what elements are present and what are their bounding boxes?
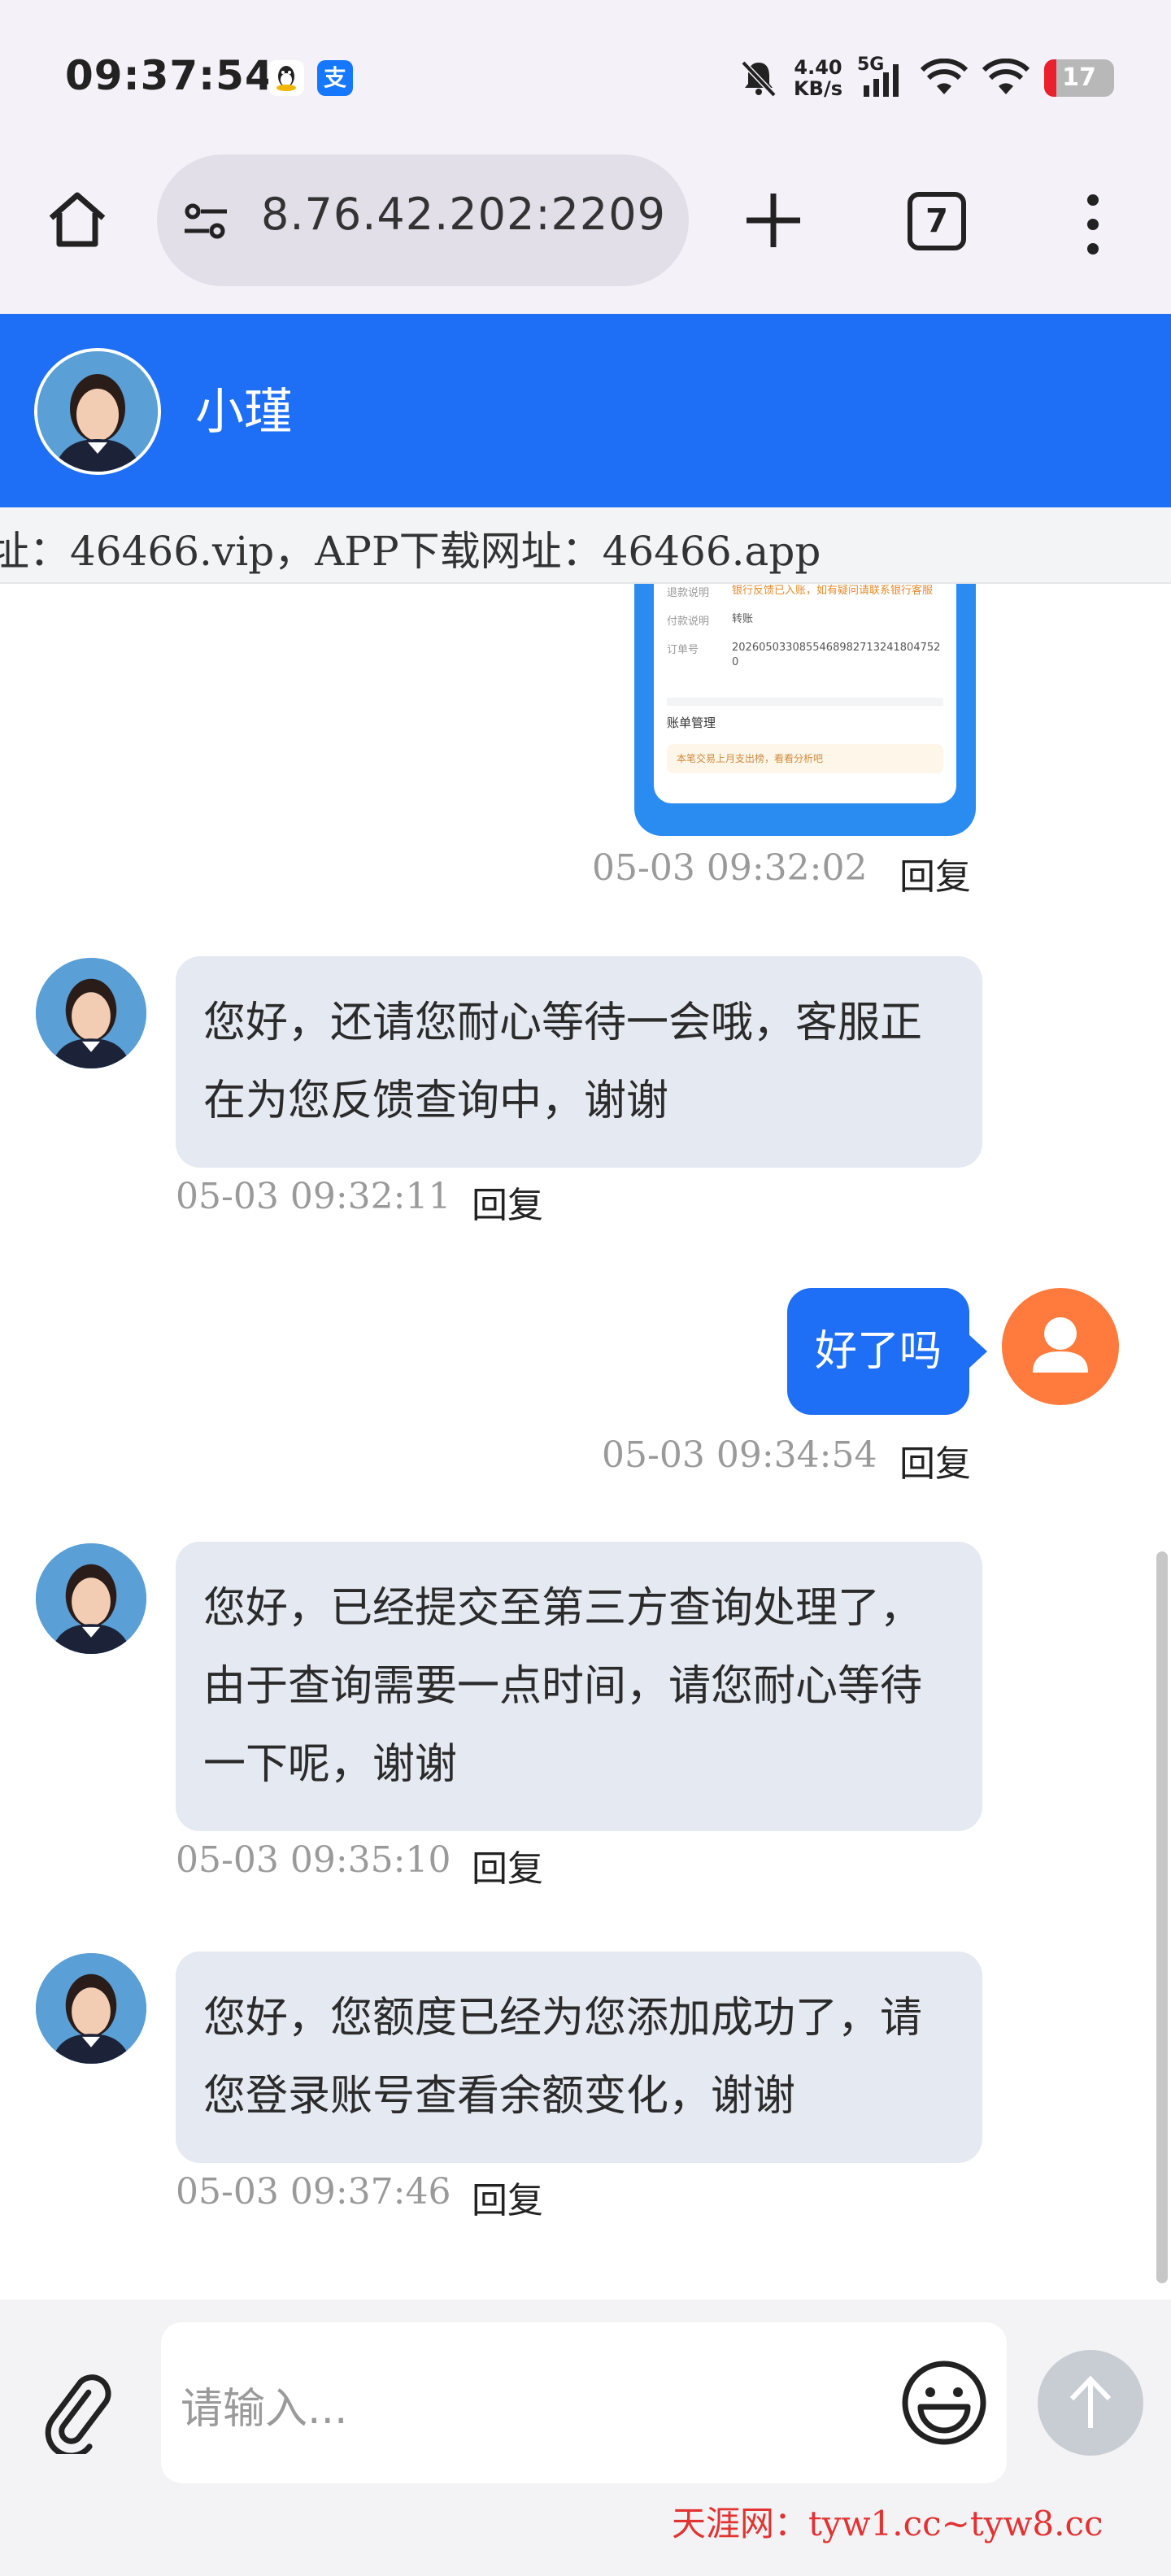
url-text[interactable]: 8.76.42.202:2209 [261,189,668,240]
emoji-icon[interactable] [899,2358,989,2448]
scrollbar[interactable] [1156,1551,1168,2283]
chat-header: 小瑾 [0,314,1171,507]
mute-bell-icon [741,60,777,98]
agent-message-bubble: 您好，您额度已经为您添加成功了，请您登录账号查看余额变化，谢谢 [176,1952,982,2163]
agent-avatar[interactable] [36,958,146,1068]
browser-toolbar: 8.76.42.202:2209 7 [0,154,1171,314]
message-input[interactable]: 请输入... [161,2322,1007,2483]
wifi-icon [921,59,968,94]
agent-avatar[interactable] [36,1543,146,1654]
status-icons: 4.40 KB/s 5G 17 [738,54,1114,102]
message-time: 05-03 09:37:46 [176,2171,451,2213]
input-placeholder: 请输入... [181,2385,348,2434]
message-time: 05-03 09:32:02 [592,847,868,889]
more-menu-icon[interactable] [1073,192,1112,257]
arrow-up-icon [1069,2375,1112,2428]
status-bar: 09:37:54 支 4.40 KB/s 5G 17 [0,0,1171,154]
user-avatar[interactable] [1002,1288,1119,1405]
send-button[interactable] [1038,2350,1143,2456]
address-bar[interactable]: 8.76.42.202:2209 [157,154,689,286]
message-time: 05-03 09:35:10 [176,1839,451,1881]
new-tab-icon[interactable] [738,185,808,255]
watermark: 天涯网：tyw1.cc~tyw8.cc [672,2504,1104,2543]
tab-switcher-button[interactable]: 7 [908,192,966,250]
screenshot-content: 退款说明 银行反馈已入账，如有疑问请联系银行客服 付款说明 转账 订单号 202605… [654,584,956,803]
agent-avatar[interactable] [34,348,161,475]
reply-link[interactable]: 回复 [472,1839,543,1891]
notice-text: 址：46466.vip，APP下载网址：46466.app [0,528,821,575]
clock: 09:37:54 [65,52,274,99]
image-message[interactable]: 退款说明 银行反馈已入账，如有疑问请联系银行客服 付款说明 转账 订单号 202605… [634,584,976,836]
wifi-icon [982,59,1030,94]
message-time: 05-03 09:34:54 [602,1434,877,1476]
message-time: 05-03 09:32:11 [176,1176,451,1217]
reply-link[interactable]: 回复 [472,1176,543,1228]
agent-message-bubble: 您好，还请您耐心等待一会哦，客服正在为您反馈查询中，谢谢 [176,956,982,1168]
reply-link[interactable]: 回复 [472,2171,543,2223]
network-speed: 4.40 KB/s [794,56,842,100]
reply-link[interactable]: 回复 [899,847,971,899]
home-icon[interactable] [45,187,110,252]
message-list[interactable]: 退款说明 银行反馈已入账，如有疑问请联系银行客服 付款说明 转账 订单号 202605… [0,584,1171,2300]
reply-link[interactable]: 回复 [899,1434,971,1486]
signal-icon: 5G [857,54,906,98]
battery-icon: 17 [1044,59,1114,97]
notice-marquee: 址：46466.vip，APP下载网址：46466.app [0,507,1171,584]
user-message-bubble: 好了吗 [787,1288,988,1415]
alipay-icon: 支 [317,60,353,96]
agent-message-bubble: 您好，已经提交至第三方查询处理了，由于查询需要一点时间，请您耐心等待一下呢，谢谢 [176,1542,982,1831]
agent-name: 小瑾 [195,384,293,441]
qq-icon [268,60,304,96]
agent-avatar[interactable] [36,1953,146,2064]
site-settings-icon[interactable] [181,197,230,246]
paperclip-icon[interactable] [37,2369,122,2454]
